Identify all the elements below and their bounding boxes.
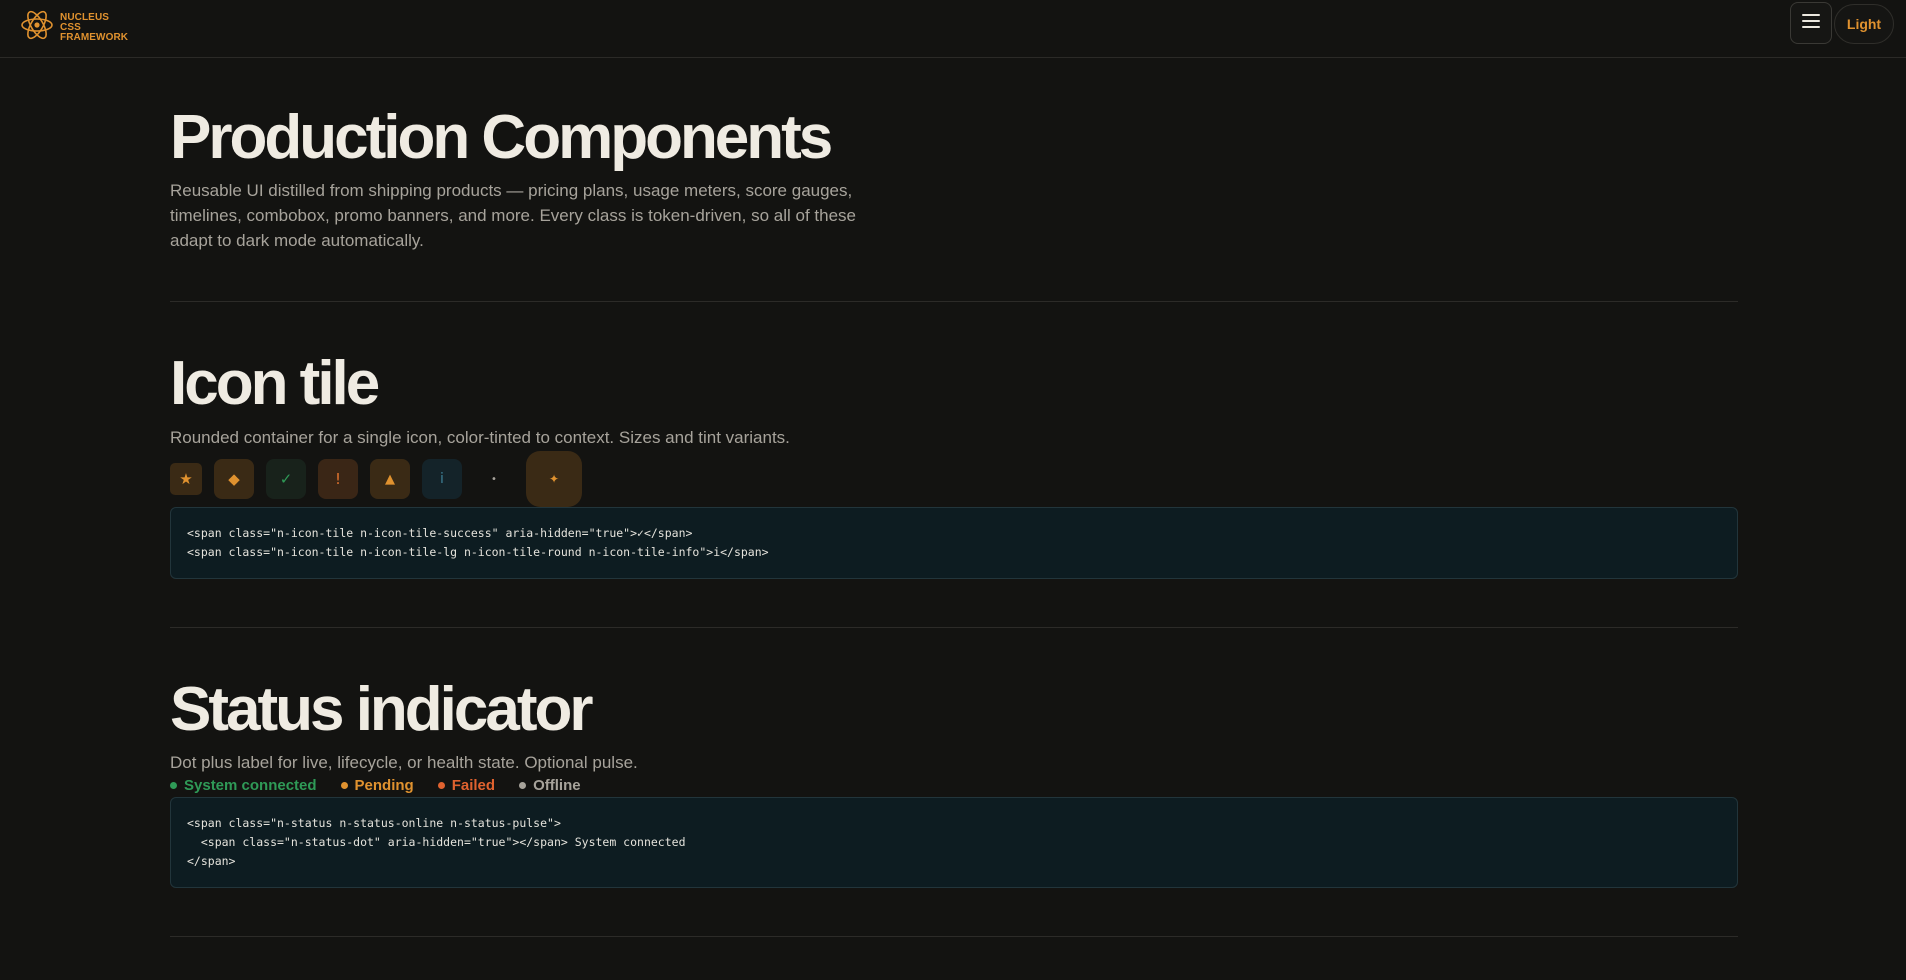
exclamation-icon: ! bbox=[318, 459, 358, 499]
status-failed: Failed bbox=[437, 777, 496, 794]
info-icon: i bbox=[422, 459, 462, 499]
status-dot bbox=[519, 782, 527, 789]
brand-line-2: FRAMEWORK bbox=[60, 31, 129, 43]
sparkle-icon: ✦ bbox=[526, 451, 582, 507]
top-bar: NUCLEUS CSS FRAMEWORK Light bbox=[0, 0, 1906, 58]
triangle-icon: ▲ bbox=[370, 459, 410, 499]
atom-icon bbox=[20, 8, 54, 47]
section-divider bbox=[170, 627, 1738, 628]
icon-tile-title: Icon tile bbox=[170, 349, 380, 418]
section-divider bbox=[170, 301, 1738, 302]
status-label: Failed bbox=[451, 777, 496, 794]
status-pending: Pending bbox=[340, 777, 414, 794]
hamburger-icon bbox=[1802, 13, 1820, 33]
brand-name: NUCLEUS CSS FRAMEWORK bbox=[60, 11, 130, 43]
brand-logo-link[interactable]: NUCLEUS CSS FRAMEWORK bbox=[20, 8, 130, 47]
star-icon: ★ bbox=[170, 463, 202, 495]
status-dot bbox=[340, 782, 348, 789]
status-offline: Offline bbox=[519, 777, 581, 794]
status-label: System connected bbox=[184, 777, 317, 794]
theme-toggle-button[interactable]: Light bbox=[1834, 4, 1894, 44]
section-divider bbox=[170, 936, 1738, 937]
icon-tile-description: Rounded container for a single icon, col… bbox=[170, 428, 790, 447]
status-indicator-title: Status indicator bbox=[170, 675, 594, 744]
diamond-icon: ◆ bbox=[214, 459, 254, 499]
status-indicator-description: Dot plus label for live, lifecycle, or h… bbox=[170, 753, 638, 772]
menu-button[interactable] bbox=[1790, 2, 1832, 44]
icon-tile-code-block: <span class="n-icon-tile n-icon-tile-suc… bbox=[170, 507, 1738, 579]
status-dot bbox=[170, 782, 177, 789]
status-label: Offline bbox=[533, 777, 581, 794]
status-label: Pending bbox=[354, 777, 414, 794]
status-examples: System connected Pending Failed Offline bbox=[170, 777, 581, 794]
page-description: Reusable UI distilled from shipping prod… bbox=[170, 181, 856, 250]
brand-line-1: NUCLEUS CSS bbox=[60, 11, 110, 33]
check-icon: ✓ bbox=[266, 459, 306, 499]
dot-icon: • bbox=[491, 473, 497, 485]
page-title: Production Components bbox=[170, 103, 833, 172]
status-system-connected: System connected bbox=[170, 777, 317, 794]
status-indicator-code-block: <span class="n-status n-status-online n-… bbox=[170, 797, 1738, 888]
status-dot bbox=[437, 782, 445, 789]
